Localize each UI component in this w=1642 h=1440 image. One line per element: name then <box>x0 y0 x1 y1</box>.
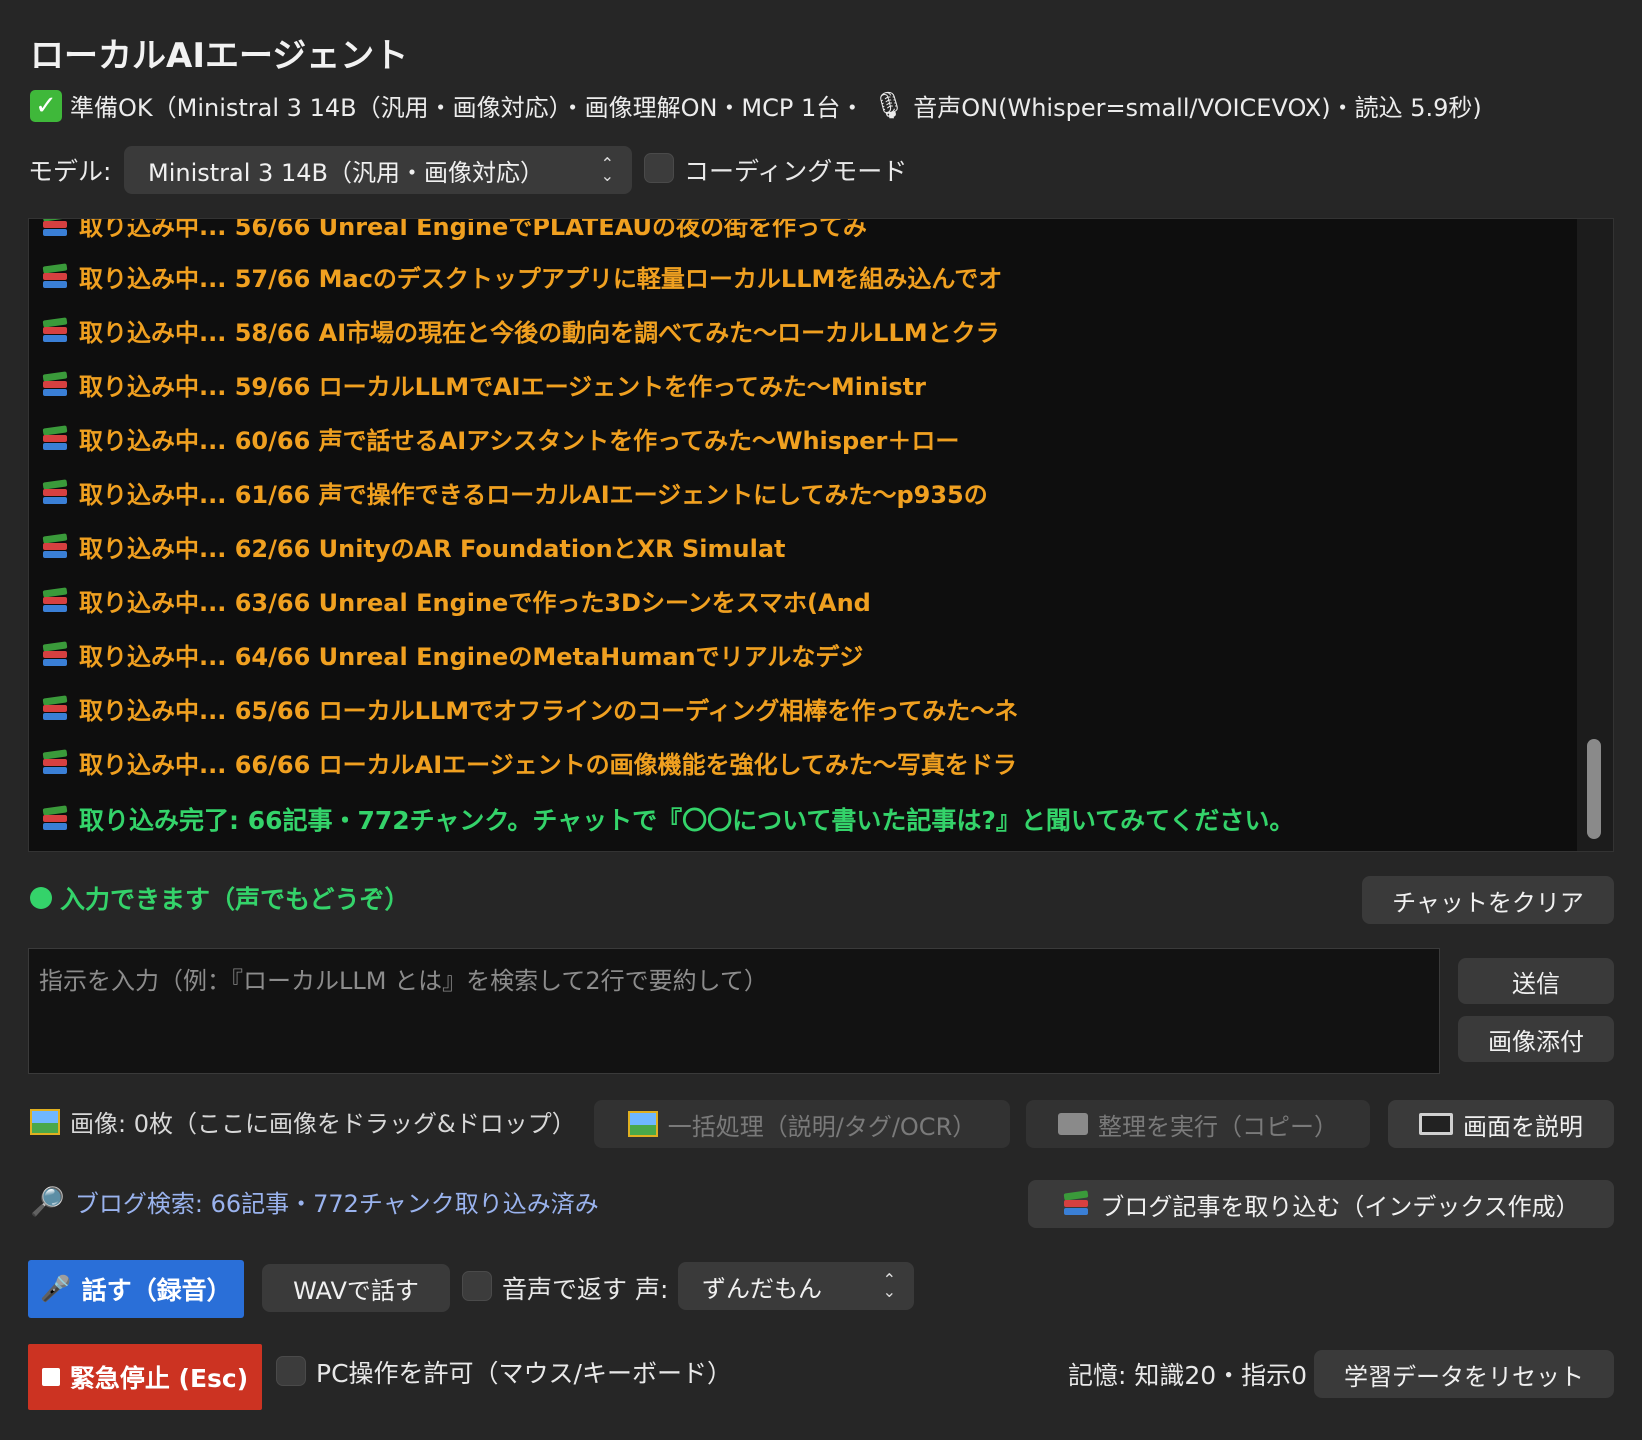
updown-chevron-icon: ⌃ ⌄ <box>882 1270 896 1301</box>
voice-select[interactable]: ずんだもん ⌃ ⌄ <box>678 1262 914 1310</box>
check-icon: ✓ <box>30 89 62 122</box>
model-select[interactable]: Ministral 3 14B（汎用・画像対応） ⌃ ⌄ <box>124 146 632 194</box>
wav-talk-button[interactable]: WAVで話す <box>262 1264 450 1312</box>
explain-screen-button[interactable]: 画面を説明 <box>1388 1100 1614 1148</box>
voice-reply-label: 音声で返す 声: <box>502 1275 669 1304</box>
log-line: 取り込み中... 59/66 ローカルLLMでAIエージェントを作ってみた〜Mi… <box>41 367 926 402</box>
chat-log[interactable]: 取り込み中... 56/66 Unreal EngineでPLATEAUの夜の街… <box>28 218 1614 852</box>
magnifier-icon: 🔎 <box>30 1185 65 1218</box>
ready-status: 入力できます（声でもどうぞ） <box>30 880 410 916</box>
books-icon <box>41 805 69 832</box>
books-icon <box>41 262 69 290</box>
log-line: 取り込み中... 56/66 Unreal EngineでPLATEAUの夜の街… <box>41 219 867 242</box>
microphone-icon: 🎤 <box>40 1274 72 1303</box>
memory-status: 記憶: 知識20・指示0 <box>1068 1361 1308 1390</box>
books-icon <box>41 370 69 398</box>
log-line-done: 取り込み完了: 66記事・772チャンク。チャットで『〇〇について書いた記事は?… <box>41 801 1294 837</box>
organize-button[interactable]: 整理を実行（コピー） <box>1026 1100 1370 1148</box>
books-icon <box>41 478 69 506</box>
log-line: 取り込み中... 61/66 声で操作できるローカルAIエージェントにしてみた〜… <box>41 475 988 510</box>
books-icon <box>41 694 69 722</box>
log-line: 取り込み中... 63/66 Unreal Engineで作った3Dシーンをスマ… <box>41 583 871 618</box>
app-title: ローカルAIエージェント <box>30 36 409 76</box>
folder-icon <box>1058 1113 1088 1135</box>
log-line: 取り込み中... 65/66 ローカルLLMでオフラインのコーディング相棒を作っ… <box>41 691 1018 726</box>
picture-icon <box>30 1108 60 1135</box>
model-selected-value: Ministral 3 14B（汎用・画像対応） <box>148 158 544 187</box>
books-icon <box>41 586 69 614</box>
books-icon <box>41 219 69 238</box>
books-icon <box>41 424 69 452</box>
coding-mode-label: コーディングモード <box>684 157 908 186</box>
instruction-input[interactable] <box>28 948 1440 1074</box>
books-icon <box>41 640 69 668</box>
coding-mode-checkbox[interactable] <box>644 153 674 183</box>
log-line: 取り込み中... 64/66 Unreal EngineのMetaHumanでリ… <box>41 637 863 672</box>
green-dot-icon <box>30 887 52 909</box>
clear-chat-button[interactable]: チャットをクリア <box>1362 876 1614 924</box>
attach-image-button[interactable]: 画像添付 <box>1458 1016 1614 1062</box>
emergency-stop-button[interactable]: 緊急停止 (Esc) <box>28 1344 262 1410</box>
blog-search-status: 🔎 ブログ検索: 66記事・772チャンク取り込み済み <box>30 1185 599 1218</box>
batch-process-button[interactable]: 一括処理（説明/タグ/OCR） <box>594 1100 1010 1148</box>
status-line: ✓ 準備OK（Ministral 3 14B（汎用・画像対応）・画像理解ON・M… <box>30 88 1482 123</box>
pc-control-label: PC操作を許可（マウス/キーボード） <box>316 1359 732 1388</box>
talk-record-button[interactable]: 🎤 話す（録音） <box>28 1260 244 1318</box>
status-text: 準備OK（Ministral 3 14B（汎用・画像対応）・画像理解ON・MCP… <box>70 94 865 122</box>
books-icon <box>41 532 69 560</box>
microphone-icon: 🎙 <box>872 90 906 121</box>
image-status: 画像: 0枚（ここに画像をドラッグ&ドロップ） <box>30 1104 576 1139</box>
books-icon <box>41 316 69 344</box>
log-line: 取り込み中... 62/66 UnityのAR FoundationとXR Si… <box>41 529 786 564</box>
voice-reply-checkbox[interactable] <box>462 1271 492 1301</box>
log-line: 取り込み中... 58/66 AI市場の現在と今後の動向を調べてみた〜ローカルL… <box>41 313 1000 348</box>
log-line: 取り込み中... 60/66 声で話せるAIアシスタントを作ってみた〜Whisp… <box>41 421 959 456</box>
scrollbar-thumb[interactable] <box>1587 739 1601 839</box>
model-label: モデル: <box>28 157 112 186</box>
log-line: 取り込み中... 66/66 ローカルAIエージェントの画像機能を強化してみた〜… <box>41 745 1017 780</box>
books-icon <box>41 748 69 776</box>
pc-control-checkbox[interactable] <box>276 1356 306 1386</box>
monitor-icon <box>1419 1113 1453 1135</box>
voice-selected-value: ずんだもん <box>702 1274 822 1303</box>
stop-icon <box>41 1368 60 1386</box>
import-blog-button[interactable]: ブログ記事を取り込む（インデックス作成） <box>1028 1180 1614 1228</box>
books-icon <box>1062 1190 1090 1217</box>
updown-chevron-icon: ⌃ ⌄ <box>600 154 614 185</box>
send-button[interactable]: 送信 <box>1458 958 1614 1004</box>
picture-icon <box>627 1111 658 1137</box>
reset-learning-button[interactable]: 学習データをリセット <box>1314 1350 1614 1398</box>
status-voice-text: 音声ON(Whisper=small/VOICEVOX)・読込 5.9秒) <box>913 94 1482 122</box>
log-line: 取り込み中... 57/66 Macのデスクトップアプリに軽量ローカルLLMを組… <box>41 259 1002 294</box>
